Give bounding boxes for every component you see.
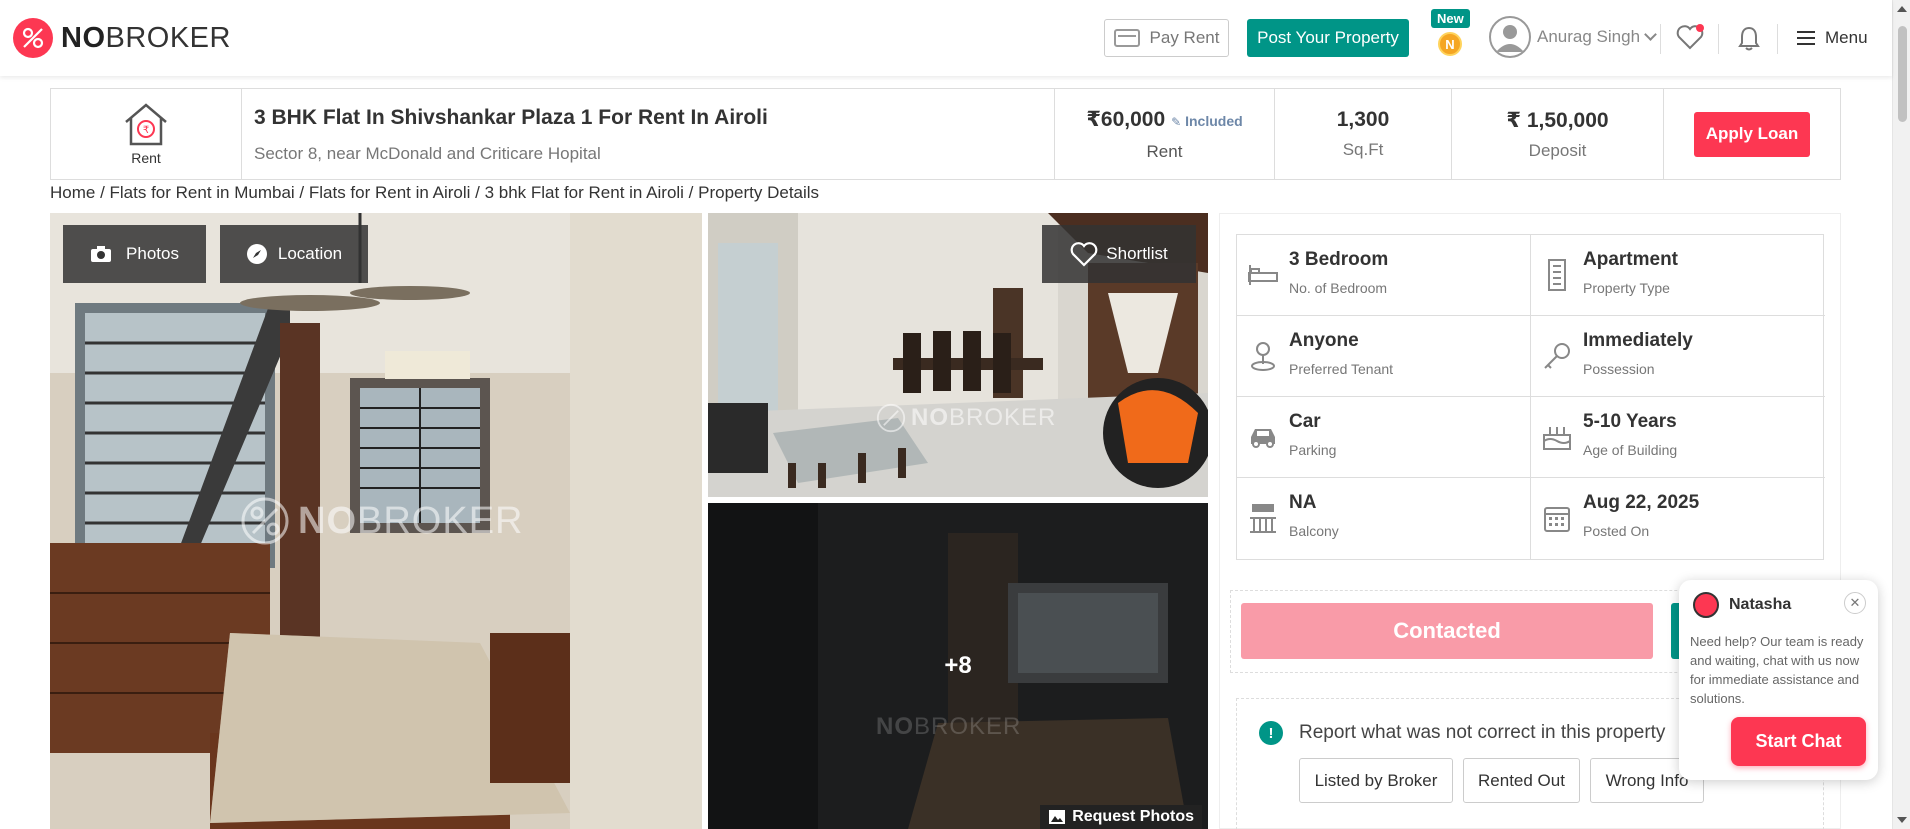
hamburger-icon xyxy=(1797,31,1815,45)
loan-block: Apply Loan xyxy=(1664,89,1840,179)
report-rented-out-button[interactable]: Rented Out xyxy=(1463,758,1580,803)
image-icon xyxy=(1049,810,1066,824)
rent-block: ₹60,000 ✎ Included Rent xyxy=(1055,89,1275,179)
detail-posted-on: Aug 22, 2025 Posted On xyxy=(1531,478,1825,559)
chat-header: Natasha xyxy=(1693,592,1791,618)
main-photo[interactable]: NO BROKER Photos Location xyxy=(50,213,702,829)
camera-icon xyxy=(91,246,112,262)
rent-house-icon: ₹ xyxy=(125,103,167,146)
building-icon xyxy=(1539,257,1575,293)
pay-rent-button[interactable]: Pay Rent xyxy=(1104,19,1229,57)
nobroker-coin-icon[interactable]: N xyxy=(1438,32,1462,56)
detail-property-type: Apartment Property Type xyxy=(1531,235,1825,316)
contacted-button[interactable]: Contacted xyxy=(1241,603,1653,659)
property-title: 3 BHK Flat In Shivshankar Plaza 1 For Re… xyxy=(254,106,768,129)
report-listed-by-broker-button[interactable]: Listed by Broker xyxy=(1299,758,1453,803)
photos-button[interactable]: Photos xyxy=(63,225,206,283)
area-block: 1,300 Sq.Ft xyxy=(1275,89,1452,179)
rent-included: ✎ Included xyxy=(1171,112,1243,129)
breadcrumb[interactable]: Home / Flats for Rent in Mumbai / Flats … xyxy=(50,183,819,203)
deposit-value: ₹ 1,50,000 xyxy=(1506,108,1609,132)
divider xyxy=(1718,24,1719,54)
balcony-icon xyxy=(1245,500,1281,536)
chat-widget: Natasha ✕ Need help? Our team is ready a… xyxy=(1679,580,1878,780)
chat-message: Need help? Our team is ready and waiting… xyxy=(1690,634,1864,706)
agent-name: Natasha xyxy=(1729,596,1792,613)
shortlist-heart-icon[interactable] xyxy=(1676,24,1704,55)
user-menu[interactable]: Anurag Singh xyxy=(1489,16,1657,58)
detail-balcony: NA Balcony xyxy=(1237,478,1531,559)
top-header: NOBROKER Pay Rent Post Your Property New… xyxy=(0,0,1892,76)
listing-type: ₹ Rent xyxy=(51,89,242,179)
compass-icon xyxy=(246,244,267,264)
deposit-block: ₹ 1,50,000 Deposit xyxy=(1452,89,1664,179)
tenant-icon xyxy=(1245,338,1281,374)
bed-icon xyxy=(1245,257,1281,293)
cake-icon xyxy=(1539,419,1575,455)
listing-type-label: Rent xyxy=(131,150,161,166)
page-scrollbar[interactable] xyxy=(1892,0,1910,829)
request-photos-button[interactable]: Request Photos xyxy=(1040,805,1202,829)
area-value: 1,300 xyxy=(1336,108,1390,131)
rent-label: Rent xyxy=(1146,141,1183,161)
photo-gallery: NO BROKER Photos Location NO BROKER Shor… xyxy=(50,213,1208,829)
title-block: 3 BHK Flat In Shivshankar Plaza 1 For Re… xyxy=(242,89,1055,179)
chevron-down-icon xyxy=(1644,28,1657,41)
report-heading: ! Report what was not correct in this pr… xyxy=(1259,721,1665,745)
scroll-thumb[interactable] xyxy=(1898,26,1907,122)
shortlist-button[interactable]: Shortlist xyxy=(1042,225,1196,283)
secondary-photo[interactable]: NO BROKER Shortlist xyxy=(708,213,1208,497)
property-summary-bar: ₹ Rent 3 BHK Flat In Shivshankar Plaza 1… xyxy=(50,88,1841,180)
close-icon[interactable]: ✕ xyxy=(1844,592,1866,614)
avatar-icon xyxy=(1489,16,1531,58)
new-badge: New xyxy=(1431,9,1470,28)
apply-loan-button[interactable]: Apply Loan xyxy=(1694,111,1810,157)
card-icon xyxy=(1113,29,1140,47)
calendar-icon xyxy=(1539,500,1575,536)
logo-text: NOBROKER xyxy=(61,21,231,54)
nobroker-watermark: NO BROKER xyxy=(240,496,523,546)
more-photos-tile[interactable]: NO BROKER +8 Request Photos xyxy=(708,503,1208,829)
rent-value: ₹60,000 xyxy=(1086,107,1166,131)
key-icon xyxy=(1539,338,1575,374)
report-title: Report what was not correct in this prop… xyxy=(1299,722,1666,743)
page: NOBROKER Pay Rent Post Your Property New… xyxy=(0,0,1910,829)
svg-text:₹: ₹ xyxy=(143,125,149,136)
area-label: Sq.Ft xyxy=(1342,140,1384,159)
post-property-button[interactable]: Post Your Property xyxy=(1247,19,1409,57)
alert-icon: ! xyxy=(1259,721,1283,745)
scroll-up-arrow-icon[interactable] xyxy=(1897,6,1907,12)
detail-bedrooms: 3 Bedroom No. of Bedroom xyxy=(1237,235,1531,316)
deposit-label: Deposit xyxy=(1528,140,1587,160)
property-address: Sector 8, near McDonald and Criticare Ho… xyxy=(254,144,601,163)
car-icon xyxy=(1245,419,1281,455)
detail-building-age: 5-10 Years Age of Building xyxy=(1531,397,1825,478)
detail-parking: Car Parking xyxy=(1237,397,1531,478)
nobroker-watermark: NO BROKER xyxy=(876,403,1056,433)
scroll-down-arrow-icon[interactable] xyxy=(1897,817,1907,823)
menu-label: Menu xyxy=(1825,28,1868,47)
more-photos-count: +8 xyxy=(944,652,972,679)
divider xyxy=(1660,24,1661,54)
menu-button[interactable]: Menu xyxy=(1797,28,1868,48)
bell-icon[interactable] xyxy=(1738,25,1760,56)
user-name: Anurag Singh xyxy=(1537,27,1641,46)
pay-rent-label: Pay Rent xyxy=(1149,28,1220,47)
logo-icon xyxy=(13,18,53,58)
divider xyxy=(1777,24,1778,54)
location-button[interactable]: Location xyxy=(220,225,368,283)
nobroker-logo[interactable]: NOBROKER xyxy=(13,18,231,58)
heart-icon xyxy=(1070,242,1098,267)
details-grid: 3 Bedroom No. of Bedroom Apartment Propert… xyxy=(1236,234,1825,560)
detail-possession: Immediately Possession xyxy=(1531,316,1825,397)
detail-preferred-tenant: Anyone Preferred Tenant xyxy=(1237,316,1531,397)
agent-avatar-icon xyxy=(1693,592,1719,618)
start-chat-button[interactable]: Start Chat xyxy=(1731,717,1866,766)
